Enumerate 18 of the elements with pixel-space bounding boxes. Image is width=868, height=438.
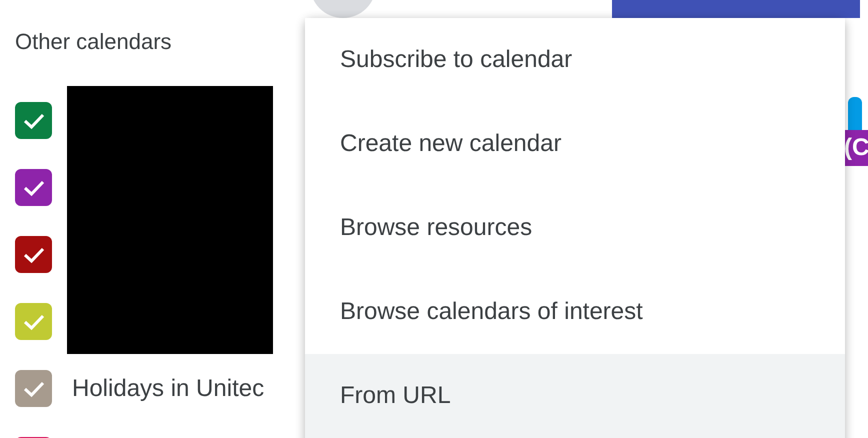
calendar-checkbox[interactable] [15, 169, 52, 206]
section-heading: Other calendars [15, 28, 172, 56]
menu-item[interactable]: Subscribe to calendar [305, 18, 845, 102]
event-chip[interactable] [848, 97, 862, 131]
menu-item[interactable]: From URL [305, 354, 845, 438]
menu-item[interactable]: Create new calendar [305, 102, 845, 186]
menu-item[interactable]: Browse calendars of interest [305, 270, 845, 354]
menu-item[interactable]: Browse resources [305, 186, 845, 270]
checkmark-icon [22, 380, 46, 398]
checkmark-icon [22, 312, 46, 330]
checkmark-icon [22, 112, 46, 130]
checkmark-icon [22, 246, 46, 264]
calendar-checkbox[interactable] [15, 102, 52, 139]
calendar-checkbox[interactable] [15, 370, 52, 407]
calendar-checkbox[interactable] [15, 236, 52, 273]
calendar-name[interactable]: Holidays in Unitec [72, 370, 264, 406]
calendar-checkbox[interactable] [15, 303, 52, 340]
checkmark-icon [22, 178, 46, 196]
